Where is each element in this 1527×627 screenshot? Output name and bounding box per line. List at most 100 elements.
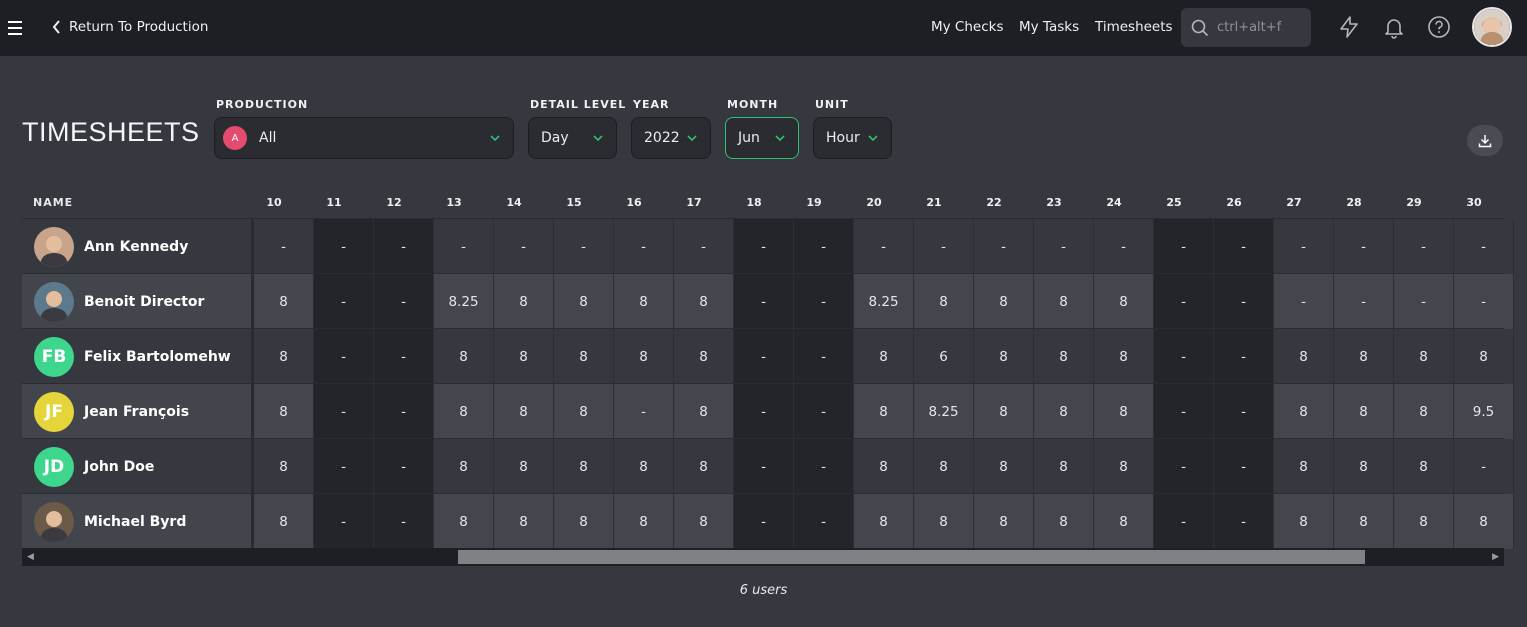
- hours-cell[interactable]: 8: [434, 494, 494, 549]
- hours-cell[interactable]: -: [314, 439, 374, 494]
- table-row[interactable]: JD John Doe 8- -8 8 8 8 8- -8 8 8 8 8- -8 8 8-: [22, 438, 1514, 494]
- table-row[interactable]: JF Jean François 8- -8 8 8-8- -8 8.25 8 8 8- -8 8 8 9.…: [22, 383, 1514, 439]
- hours-cell[interactable]: 8: [434, 439, 494, 494]
- table-row[interactable]: FB Felix Bartolomehw 8- -8 8 8 8 8- -8 6 8 8 8- -8 8 8 8: [22, 328, 1514, 384]
- hours-cell[interactable]: -: [1094, 219, 1154, 274]
- nav-my-checks[interactable]: My Checks: [931, 19, 1004, 35]
- hours-cell[interactable]: -: [1214, 274, 1274, 329]
- hours-cell[interactable]: 8: [554, 274, 614, 329]
- hours-cell[interactable]: 8: [494, 384, 554, 439]
- hours-cell[interactable]: 8: [554, 494, 614, 549]
- hours-cell[interactable]: -: [1154, 439, 1214, 494]
- hours-cell[interactable]: 8: [1274, 439, 1334, 494]
- hours-cell[interactable]: 8: [854, 494, 914, 549]
- hours-cell[interactable]: -: [794, 494, 854, 549]
- hours-cell[interactable]: -: [1454, 274, 1514, 329]
- horizontal-scrollbar[interactable]: ◀ ▶: [22, 548, 1504, 566]
- hours-cell[interactable]: 8: [854, 439, 914, 494]
- unit-select[interactable]: Hour: [813, 117, 892, 159]
- hours-cell[interactable]: 8: [1454, 494, 1514, 549]
- month-select[interactable]: Jun: [725, 117, 799, 159]
- hours-cell[interactable]: -: [734, 274, 794, 329]
- hours-cell[interactable]: -: [974, 219, 1034, 274]
- hours-cell[interactable]: 8: [1394, 384, 1454, 439]
- hours-cell[interactable]: 8: [254, 329, 314, 384]
- hours-cell[interactable]: -: [1334, 274, 1394, 329]
- hours-cell[interactable]: -: [794, 329, 854, 384]
- hours-cell[interactable]: 8: [494, 274, 554, 329]
- hours-cell[interactable]: 8: [1394, 494, 1454, 549]
- production-select[interactable]: A All: [214, 117, 514, 159]
- hours-cell[interactable]: -: [1154, 329, 1214, 384]
- name-cell[interactable]: JF Jean François: [22, 384, 251, 439]
- hours-cell[interactable]: -: [314, 494, 374, 549]
- hours-cell[interactable]: 8: [854, 384, 914, 439]
- hours-cell[interactable]: 8: [494, 329, 554, 384]
- hours-cell[interactable]: -: [1154, 384, 1214, 439]
- hours-cell[interactable]: 8.25: [854, 274, 914, 329]
- hours-cell[interactable]: -: [374, 384, 434, 439]
- hours-cell[interactable]: 8: [614, 439, 674, 494]
- hours-cell[interactable]: 8: [1094, 329, 1154, 384]
- download-button[interactable]: [1467, 125, 1503, 156]
- hours-cell[interactable]: -: [794, 439, 854, 494]
- scroll-right-icon[interactable]: ▶: [1492, 552, 1499, 562]
- name-cell[interactable]: Benoit Director: [22, 274, 251, 329]
- hours-cell[interactable]: -: [314, 329, 374, 384]
- hours-cell[interactable]: 8: [254, 494, 314, 549]
- hours-cell[interactable]: -: [434, 219, 494, 274]
- hours-cell[interactable]: -: [1154, 274, 1214, 329]
- hours-cell[interactable]: 8: [974, 494, 1034, 549]
- hours-cell[interactable]: -: [1214, 494, 1274, 549]
- hours-cell[interactable]: 8: [1034, 494, 1094, 549]
- hours-cell[interactable]: 8: [254, 274, 314, 329]
- hours-cell[interactable]: 8: [1034, 274, 1094, 329]
- detail-level-select[interactable]: Day: [528, 117, 617, 159]
- hours-cell[interactable]: 8: [914, 494, 974, 549]
- user-avatar[interactable]: [1472, 7, 1512, 47]
- hours-cell[interactable]: 8: [1274, 329, 1334, 384]
- hours-cell[interactable]: -: [314, 384, 374, 439]
- hours-cell[interactable]: 8.25: [914, 384, 974, 439]
- hours-cell[interactable]: -: [1274, 274, 1334, 329]
- hours-cell[interactable]: 8: [1094, 274, 1154, 329]
- hours-cell[interactable]: -: [734, 329, 794, 384]
- hours-cell[interactable]: -: [1454, 219, 1514, 274]
- hours-cell[interactable]: -: [734, 439, 794, 494]
- hours-cell[interactable]: -: [374, 219, 434, 274]
- scroll-left-icon[interactable]: ◀: [27, 552, 34, 562]
- hours-cell[interactable]: 8: [554, 329, 614, 384]
- hours-cell[interactable]: -: [1334, 219, 1394, 274]
- hours-cell[interactable]: -: [1034, 219, 1094, 274]
- hours-cell[interactable]: 8: [1454, 329, 1514, 384]
- hours-cell[interactable]: -: [1274, 219, 1334, 274]
- hours-cell[interactable]: 8: [1394, 439, 1454, 494]
- hours-cell[interactable]: -: [374, 439, 434, 494]
- hours-cell[interactable]: -: [1214, 329, 1274, 384]
- hours-cell[interactable]: 8.25: [434, 274, 494, 329]
- hours-cell[interactable]: -: [374, 329, 434, 384]
- hours-cell[interactable]: -: [1214, 384, 1274, 439]
- hours-cell[interactable]: 8: [974, 274, 1034, 329]
- hours-cell[interactable]: -: [554, 219, 614, 274]
- hours-cell[interactable]: 8: [854, 329, 914, 384]
- help-icon[interactable]: [1427, 15, 1451, 39]
- hours-cell[interactable]: 8: [1094, 439, 1154, 494]
- hours-cell[interactable]: -: [794, 219, 854, 274]
- hours-cell[interactable]: 8: [254, 384, 314, 439]
- hours-cell[interactable]: -: [614, 384, 674, 439]
- hours-cell[interactable]: 8: [974, 384, 1034, 439]
- hours-cell[interactable]: -: [1154, 219, 1214, 274]
- hours-cell[interactable]: -: [914, 219, 974, 274]
- hours-cell[interactable]: -: [314, 274, 374, 329]
- hours-cell[interactable]: 8: [434, 329, 494, 384]
- hours-cell[interactable]: 8: [1034, 329, 1094, 384]
- hours-cell[interactable]: 8: [674, 384, 734, 439]
- hours-cell[interactable]: 8: [974, 329, 1034, 384]
- hours-cell[interactable]: 8: [914, 439, 974, 494]
- hours-cell[interactable]: 9.5: [1454, 384, 1514, 439]
- lightning-icon[interactable]: [1337, 15, 1361, 39]
- hours-cell[interactable]: 8: [1274, 384, 1334, 439]
- return-to-production-link[interactable]: Return To Production: [52, 17, 208, 37]
- hours-cell[interactable]: 8: [674, 274, 734, 329]
